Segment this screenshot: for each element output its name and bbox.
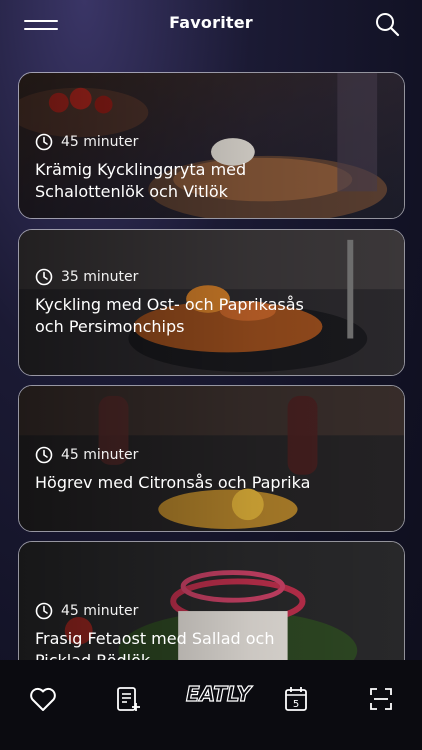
recipe-card[interactable]: 45 minuter Högrev med Citronsås och Papr… [18, 385, 405, 532]
search-icon [376, 13, 400, 37]
recipe-title: Krämig Kycklinggryta med Schalottenlök o… [35, 160, 247, 201]
recipe-title: Kyckling med Ost- och Paprikasås och Per… [35, 295, 304, 336]
recipe-card[interactable]: 45 minuter Krämig Kycklinggryta med Scha… [18, 72, 405, 219]
recipe-title: Högrev med Citronsås och Paprika [35, 473, 311, 492]
cook-time: 45 minuter [35, 602, 138, 620]
add-recipe-tab[interactable] [113, 684, 143, 714]
app-logo: EATLY [185, 681, 251, 706]
home-logo-tab[interactable]: EATLY [185, 678, 251, 716]
cook-time-label: 35 minuter [61, 269, 139, 285]
calendar-day: 5 [293, 699, 299, 710]
scan-icon [370, 688, 392, 710]
search-button[interactable] [374, 11, 400, 37]
clock-icon [35, 446, 53, 464]
calendar-tab[interactable]: 5 [281, 684, 311, 714]
page-title: Favoriter [169, 13, 253, 32]
clock-icon [35, 602, 53, 620]
clock-icon [35, 268, 53, 286]
heart-icon [30, 687, 56, 711]
top-bar: Favoriter [0, 0, 422, 52]
cook-time: 45 minuter [35, 133, 138, 151]
clock-icon [35, 133, 53, 151]
list-add-icon [117, 687, 140, 711]
cook-time: 45 minuter [35, 446, 138, 464]
scan-tab[interactable] [366, 684, 396, 714]
cook-time-label: 45 minuter [61, 603, 139, 619]
cook-time: 35 minuter [35, 268, 138, 286]
calendar-icon: 5 [285, 687, 307, 711]
cook-time-label: 45 minuter [61, 134, 139, 150]
cook-time-label: 45 minuter [61, 447, 139, 463]
bottom-tab-bar: EATLY 5 [0, 660, 422, 750]
favorites-tab[interactable] [28, 684, 58, 714]
recipe-card[interactable]: 35 minuter Kyckling med Ost- och Paprika… [18, 229, 405, 376]
